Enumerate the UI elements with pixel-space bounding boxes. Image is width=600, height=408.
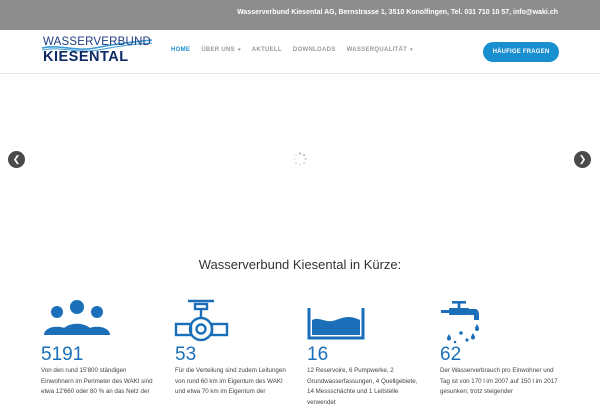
fact-number: 5191 (41, 344, 84, 365)
nav-item-wasserqualitaet[interactable]: WASSERQUALITÄT ▾ (347, 47, 413, 53)
slider-prev-button[interactable]: ❮ (8, 151, 25, 168)
fact-card-population: 5191 Von den rund 15'800 ständigen Einwo… (40, 298, 158, 400)
chevron-down-icon: ▾ (410, 47, 413, 53)
chevron-left-icon: ❮ (12, 154, 21, 164)
top-bar: Wasserverbund Kiesental AG, Bernstrasse … (0, 0, 600, 30)
faq-button[interactable]: HÄUFIGE FRAGEN (483, 42, 559, 62)
nav-item-downloads[interactable]: DOWNLOADS (293, 47, 336, 53)
hero-slider: ❮ ❯ (0, 75, 600, 240)
fact-number: 16 (307, 344, 329, 365)
faucet-icon (441, 301, 479, 344)
nav-item-downloads-label: DOWNLOADS (292, 47, 336, 53)
water-basin-icon (307, 308, 365, 340)
nav-item-ueber-uns[interactable]: ÜBER UNS ▾ (201, 47, 241, 53)
fact-number: 53 (175, 344, 197, 365)
nav-item-aktuell-label: AKTUELL (251, 47, 282, 53)
nav-item-wasserqualitaet-label: WASSERQUALITÄT (346, 47, 408, 53)
logo-text-bottom: KIESENTAL (43, 49, 129, 65)
chevron-down-icon: ▾ (237, 47, 241, 53)
nav-item-ueber-uns-label: ÜBER UNS (201, 47, 235, 53)
fact-card-infrastructure: 16 12 Reservoire, 6 Pumpwerke, 2 Grundwa… (306, 298, 424, 406)
fact-text: Der Wasserverbrauch pro Einwohner und Ta… (440, 367, 558, 395)
spinner-icon (293, 152, 307, 166)
fact-number: 62 (440, 344, 462, 365)
nav-item-home[interactable]: HOME (171, 47, 190, 53)
nav-item-home-label: HOME (171, 47, 191, 53)
pipe-valve-icon (174, 299, 229, 342)
people-icon (44, 300, 110, 335)
fact-card-consumption: 62 Der Wasserverbrauch pro Einwohner und… (439, 298, 558, 400)
fact-text: 12 Reservoire, 6 Pumpwerke, 2 Grundwasse… (307, 367, 418, 406)
main-menu: HOME ÜBER UNS ▾ AKTUELL DOWNLOADS WASSER… (171, 47, 424, 53)
contact-info: Wasserverbund Kiesental AG, Bernstrasse … (237, 9, 558, 16)
main-navbar: WASSERVERBUND KIESENTAL HOME ÜBER UNS ▾ … (0, 30, 600, 74)
logo[interactable]: WASSERVERBUND KIESENTAL (40, 36, 154, 70)
fact-text: Von den rund 15'800 ständigen Einwohnern… (41, 367, 153, 395)
fact-text: Für die Verteilung sind zudem Leitungen … (175, 367, 286, 395)
fact-card-pipes: 53 Für die Verteilung sind zudem Leitung… (174, 298, 292, 400)
nav-item-aktuell[interactable]: AKTUELL (252, 47, 282, 53)
chevron-right-icon: ❯ (578, 154, 587, 164)
section-title: Wasserverbund Kiesental in Kürze: (198, 257, 402, 272)
logo-text-top: WASSERVERBUND (43, 36, 152, 48)
slider-next-button[interactable]: ❯ (574, 151, 591, 168)
